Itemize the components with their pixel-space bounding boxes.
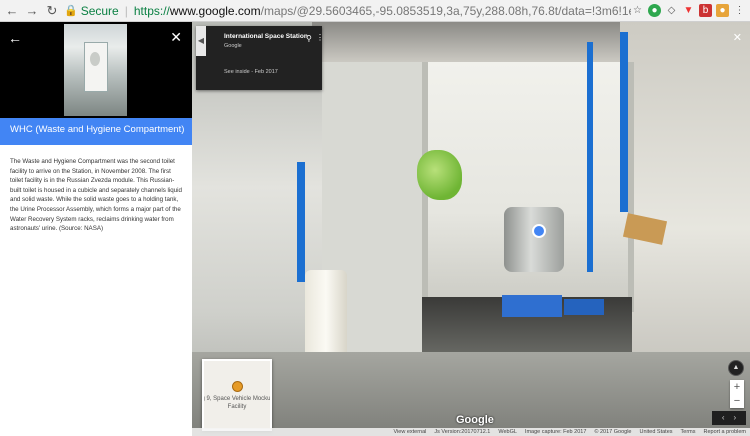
compass-icon[interactable]: ▲ bbox=[728, 360, 744, 376]
see-inside-link[interactable]: See inside - Feb 2017 bbox=[224, 69, 278, 75]
blue-handrail bbox=[297, 162, 305, 282]
panel-hero: ← ✕ bbox=[0, 22, 192, 118]
extension-diamond-icon[interactable]: ◇ bbox=[665, 4, 678, 17]
browser-toolbar: ← → ↻ 🔒 Secure | https://www.google.com /… bbox=[0, 0, 750, 22]
back-icon[interactable]: ← bbox=[4, 3, 20, 19]
close-street-view-icon[interactable]: ✕ bbox=[733, 31, 742, 44]
pin-icon[interactable]: ⚲ bbox=[306, 34, 312, 43]
blue-handrail bbox=[587, 42, 593, 272]
street-view-canvas[interactable]: ◀ International Space Station Google See… bbox=[192, 22, 750, 436]
forward-icon[interactable]: → bbox=[24, 3, 40, 19]
map-pin-icon bbox=[232, 381, 243, 392]
menu-icon[interactable]: ⋮ bbox=[733, 4, 746, 17]
footer-report[interactable]: Report a problem bbox=[704, 429, 747, 435]
panel-title: WHC (Waste and Hygiene Compartment) bbox=[10, 124, 185, 135]
extension-red-icon[interactable]: b bbox=[699, 4, 712, 17]
footer-view-external[interactable]: View external bbox=[393, 429, 426, 435]
navigation-dot-icon[interactable] bbox=[532, 224, 546, 238]
location-card: ◀ International Space Station Google See… bbox=[196, 26, 324, 90]
green-bag bbox=[417, 150, 462, 200]
blue-equipment bbox=[564, 299, 604, 315]
chevron-right-icon[interactable]: › bbox=[733, 413, 736, 422]
minimap-label: ig 9, Space Vehicle Mockup Facility bbox=[202, 396, 272, 410]
toilet-tank bbox=[504, 207, 564, 272]
google-logo: Google bbox=[456, 414, 494, 426]
extension-orange-icon[interactable]: ● bbox=[716, 4, 729, 17]
blue-equipment bbox=[502, 295, 562, 317]
address-bar[interactable]: 🔒 Secure | https://www.google.com/maps/@… bbox=[64, 2, 631, 20]
photo-nav: ‹ › bbox=[712, 411, 746, 425]
footer-image-capture: Image capture: Feb 2017 bbox=[524, 429, 587, 435]
secure-label: Secure bbox=[80, 3, 119, 18]
zoom-in-icon[interactable]: + bbox=[730, 380, 744, 394]
url-path: /maps/@29.5603465,-95.0853519,3a,75y,288… bbox=[260, 3, 631, 18]
extension-pocket-icon[interactable]: ▼ bbox=[682, 4, 695, 17]
footer-js-version: Js Version:20170712.1 bbox=[434, 429, 491, 435]
url-separator: | bbox=[124, 3, 128, 18]
chevron-left-icon[interactable]: ‹ bbox=[722, 413, 725, 422]
close-icon[interactable]: ✕ bbox=[170, 29, 182, 46]
zoom-control: + − bbox=[730, 380, 744, 408]
collapse-panel-icon[interactable]: ◀ bbox=[196, 26, 206, 56]
blue-handrail bbox=[620, 32, 628, 212]
map-footer: View external Js Version:20170712.1 WebG… bbox=[192, 428, 750, 436]
panel-title-bar: WHC (Waste and Hygiene Compartment) bbox=[0, 118, 192, 145]
lock-icon: 🔒 bbox=[64, 5, 78, 17]
footer-country[interactable]: United States bbox=[639, 429, 672, 435]
minimap[interactable]: ig 9, Space Vehicle Mockup Facility bbox=[202, 359, 272, 431]
hero-photo[interactable] bbox=[64, 24, 127, 116]
footer-webgl: WebGL bbox=[498, 429, 517, 435]
info-panel: ← ✕ WHC (Waste and Hygiene Compartment) … bbox=[0, 22, 192, 436]
url-host: www.google.com bbox=[169, 3, 261, 18]
extension-green-icon[interactable]: ● bbox=[648, 4, 661, 17]
url-scheme: https:// bbox=[133, 3, 170, 18]
location-name[interactable]: International Space Station bbox=[224, 33, 308, 40]
panel-description: The Waste and Hygiene Compartment was th… bbox=[10, 158, 182, 233]
star-icon[interactable]: ☆ bbox=[631, 4, 644, 17]
back-arrow-icon[interactable]: ← bbox=[8, 30, 22, 46]
reload-icon[interactable]: ↻ bbox=[44, 3, 60, 19]
more-vert-icon[interactable]: ⋮ bbox=[316, 33, 324, 42]
footer-terms[interactable]: Terms bbox=[681, 429, 696, 435]
zoom-out-icon[interactable]: − bbox=[730, 394, 744, 408]
footer-copyright: © 2017 Google bbox=[594, 429, 632, 435]
location-subtitle: Google bbox=[224, 43, 242, 49]
